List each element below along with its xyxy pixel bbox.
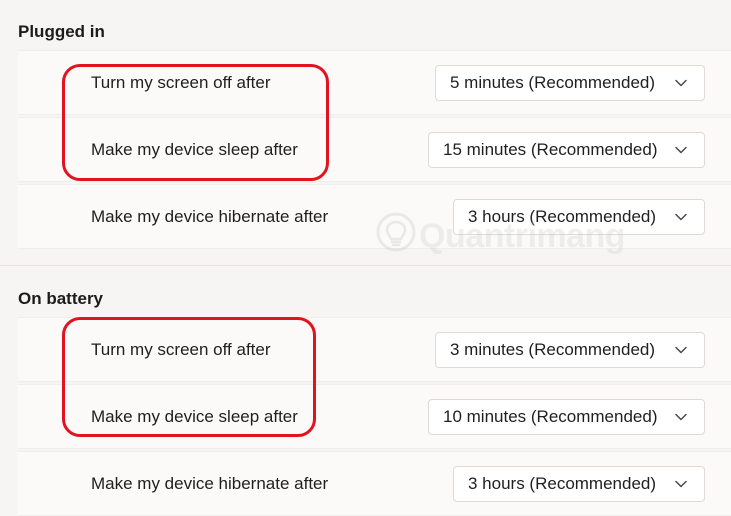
setting-row-sleep: Make my device sleep after 10 minutes (R… xyxy=(18,384,731,449)
section-divider xyxy=(0,265,731,266)
hibernate-dropdown[interactable]: 3 hours (Recommended) xyxy=(453,465,705,502)
dropdown-value: 15 minutes (Recommended) xyxy=(443,139,658,159)
chevron-down-icon xyxy=(675,146,687,153)
dropdown-value: 3 hours (Recommended) xyxy=(468,206,657,226)
setting-label: Make my device sleep after xyxy=(91,139,298,159)
setting-row-hibernate: Make my device hibernate after 3 hours (… xyxy=(18,451,731,516)
dropdown-value: 10 minutes (Recommended) xyxy=(443,406,658,426)
dropdown-value: 5 minutes (Recommended) xyxy=(450,72,656,92)
hibernate-dropdown[interactable]: 3 hours (Recommended) xyxy=(453,198,705,235)
setting-row-sleep: Make my device sleep after 15 minutes (R… xyxy=(18,117,731,182)
sleep-dropdown[interactable]: 15 minutes (Recommended) xyxy=(428,131,705,168)
setting-row-screen-off: Turn my screen off after 5 minutes (Reco… xyxy=(18,50,731,115)
screen-off-dropdown[interactable]: 3 minutes (Recommended) xyxy=(435,331,705,368)
setting-label: Make my device sleep after xyxy=(91,406,298,426)
chevron-down-icon xyxy=(675,346,687,353)
screen-off-dropdown[interactable]: 5 minutes (Recommended) xyxy=(435,64,705,101)
setting-label: Turn my screen off after xyxy=(91,72,271,92)
setting-label: Make my device hibernate after xyxy=(91,473,329,493)
setting-label: Make my device hibernate after xyxy=(91,206,329,226)
chevron-down-icon xyxy=(675,480,687,487)
setting-row-screen-off: Turn my screen off after 3 minutes (Reco… xyxy=(18,317,731,382)
chevron-down-icon xyxy=(675,213,687,220)
section-title: Plugged in xyxy=(18,22,105,41)
sleep-dropdown[interactable]: 10 minutes (Recommended) xyxy=(428,398,705,435)
chevron-down-icon xyxy=(675,79,687,86)
setting-label: Turn my screen off after xyxy=(91,339,271,359)
chevron-down-icon xyxy=(675,413,687,420)
section-title: On battery xyxy=(18,289,104,308)
setting-row-hibernate: Make my device hibernate after 3 hours (… xyxy=(18,184,731,249)
dropdown-value: 3 minutes (Recommended) xyxy=(450,339,656,359)
dropdown-value: 3 hours (Recommended) xyxy=(468,473,657,493)
